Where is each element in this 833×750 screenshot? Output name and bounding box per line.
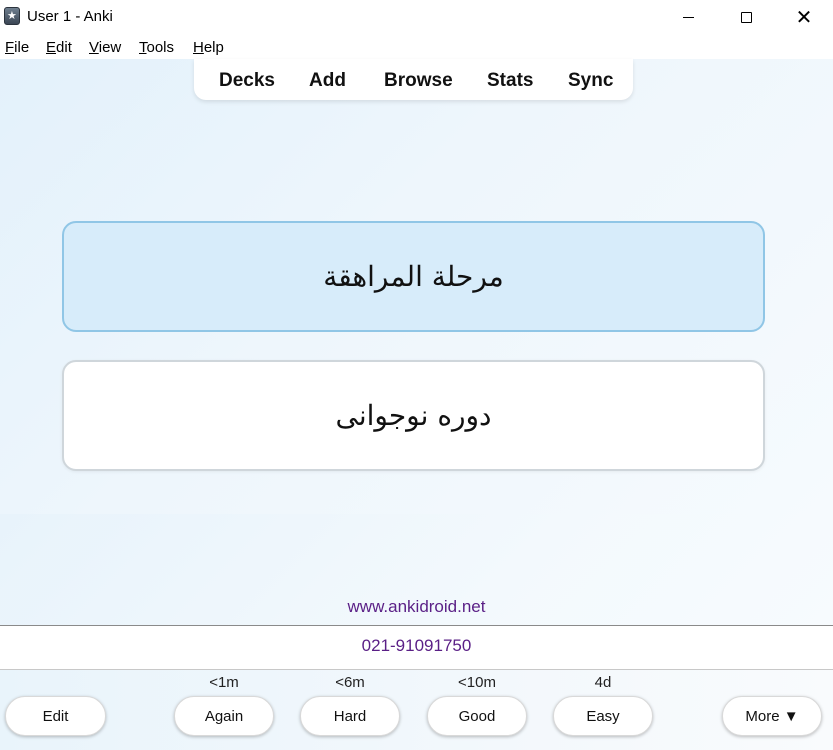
menu-file[interactable]: File [5, 39, 29, 56]
minimize-icon [682, 16, 694, 18]
menu-view[interactable]: View [89, 39, 121, 56]
website-link[interactable]: www.ankidroid.net [0, 597, 833, 617]
card-back-text: دوره نوجوانی [335, 399, 492, 432]
menu-bar: File Edit View Tools Help [0, 34, 833, 59]
good-interval: <10m [458, 674, 496, 691]
minimize-button[interactable] [659, 0, 717, 34]
hard-button[interactable]: Hard [300, 696, 400, 736]
card-front-text: مرحلة المراهقة [323, 260, 504, 293]
more-button[interactable]: More ▼ [722, 696, 822, 736]
close-icon: ✕ [795, 5, 813, 29]
easy-interval: 4d [594, 674, 612, 691]
maximize-button[interactable] [717, 0, 775, 34]
title-bar[interactable]: User 1 - Anki ✕ [0, 0, 833, 34]
maximize-icon [740, 11, 752, 23]
good-button[interactable]: Good [427, 696, 527, 736]
easy-button[interactable]: Easy [553, 696, 653, 736]
anki-star-icon[interactable] [4, 7, 20, 25]
toolbar-stats[interactable]: Stats [487, 70, 533, 92]
toolbar-browse[interactable]: Browse [384, 70, 453, 92]
again-interval: <1m [209, 674, 239, 691]
card-front: مرحلة المراهقة [62, 221, 765, 332]
main-toolbar: Decks Add Browse Stats Sync [194, 59, 633, 100]
menu-tools[interactable]: Tools [139, 39, 174, 56]
hard-interval: <6m [335, 674, 365, 691]
menu-help[interactable]: Help [193, 39, 224, 56]
phone-number: 021-91091750 [361, 636, 472, 655]
edit-button[interactable]: Edit [5, 696, 106, 736]
toolbar-sync[interactable]: Sync [568, 70, 613, 92]
toolbar-decks[interactable]: Decks [219, 70, 275, 92]
window-title: User 1 - Anki [27, 8, 113, 25]
again-button[interactable]: Again [174, 696, 274, 736]
menu-edit[interactable]: Edit [46, 39, 72, 56]
answer-bar [0, 670, 833, 750]
close-button[interactable]: ✕ [775, 0, 833, 34]
card-back: دوره نوجوانی [62, 360, 765, 471]
toolbar-add[interactable]: Add [309, 70, 346, 92]
